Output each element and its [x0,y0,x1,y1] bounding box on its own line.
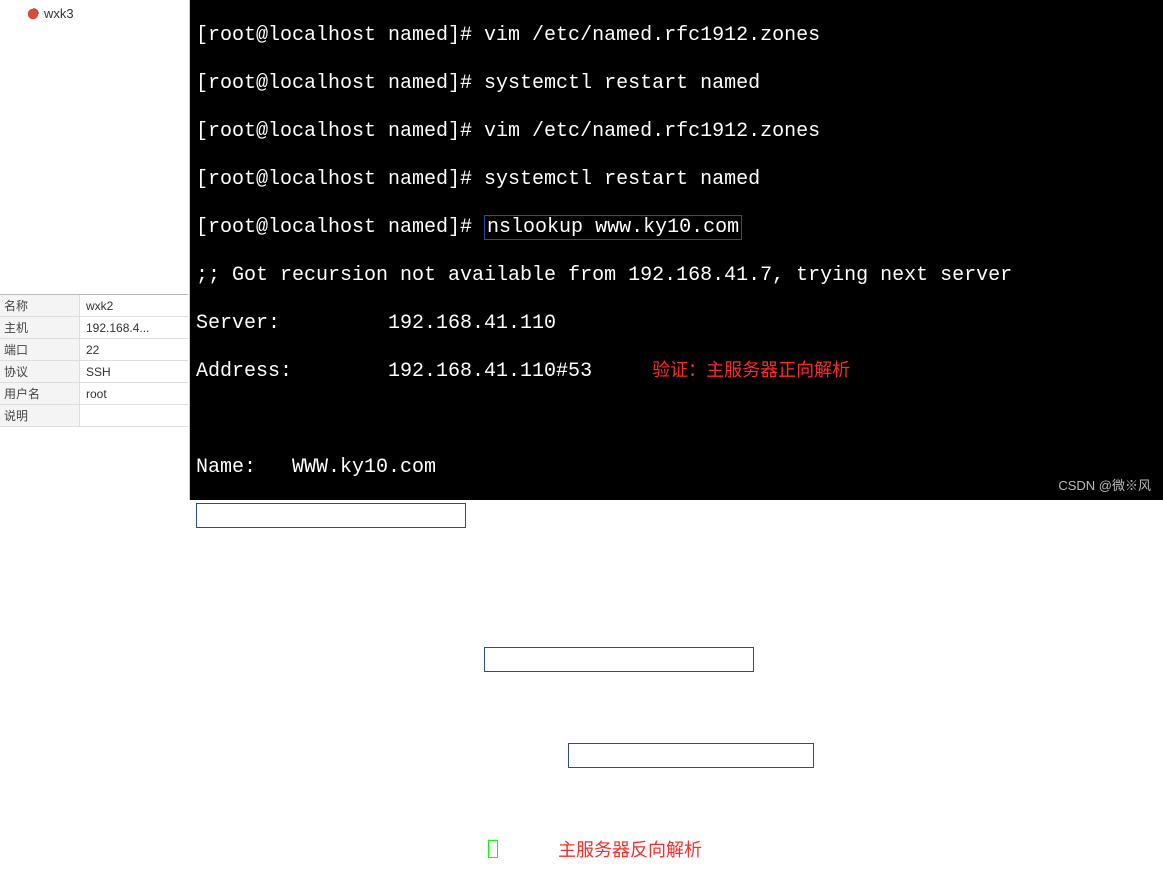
prop-label: 名称 [0,295,80,316]
prop-value[interactable]: root [80,383,188,404]
prop-label: 端口 [0,339,80,360]
prop-label: 用户名 [0,383,80,404]
session-tree[interactable]: wxk3 [0,0,189,27]
prop-value[interactable]: 192.168.4... [80,317,188,338]
terminal[interactable]: [root@localhost named]# vim /etc/named.r… [190,0,1163,500]
prop-row: 说明 [0,405,188,427]
properties-panel: 名称 wxk2 主机 192.168.4... 端口 22 协议 SSH 用户名… [0,294,188,427]
prop-label: 说明 [0,405,80,426]
terminal-line: Server: 192.168.41.110 [196,312,1157,336]
session-icon [26,7,40,21]
watermark: CSDN @微※风 [1058,475,1151,494]
terminal-line: Name: WWW.ky10.com [196,456,1157,480]
terminal-line: ;; Got recursion not available from 192.… [196,264,1157,288]
prop-value[interactable] [80,405,188,426]
terminal-line: [root@localhost named]# vim /etc/named.r… [196,120,1157,144]
annotation-forward: 验证：主服务器正向解析 [652,362,850,382]
prop-row: 端口 22 [0,339,188,361]
terminal-line: [root@localhost named]# nslookup 192.168… [196,648,1157,672]
terminal-line [196,600,1157,624]
terminal-line [196,792,1157,816]
terminal-line: Address: 192.168.41.30 [196,504,1157,528]
terminal-line: [root@localhost named]# systemctl restar… [196,72,1157,96]
highlighted-command: nslookup www.ky10.com [484,215,742,240]
prop-value[interactable]: 22 [80,339,188,360]
prop-row: 协议 SSH [0,361,188,383]
terminal-line: [root@localhost named]# systemctl restar… [196,168,1157,192]
terminal-line: [root@localhost named]# vim /etc/named.r… [196,24,1157,48]
highlighted-result: Address: 192.168.41.30 [196,503,466,528]
prop-value[interactable]: wxk2 [80,295,188,316]
prop-row: 名称 wxk2 [0,295,188,317]
tree-item-session[interactable]: wxk3 [6,4,183,23]
prop-row: 主机 192.168.4... [0,317,188,339]
terminal-line: Address: 192.168.41.110#53 验证：主服务器正向解析 [196,360,1157,384]
highlighted-result: name = www.ky10.com. [568,743,814,768]
tree-item-label: wxk3 [44,6,74,21]
prop-label: 协议 [0,361,80,382]
terminal-line: ;; Got recursion not available from 192.… [196,696,1157,720]
terminal-line: 30.41.168.192.in-addr.arpa name = www.ky… [196,744,1157,768]
prop-value[interactable]: SSH [80,361,188,382]
terminal-line: [root@localhost named]# nslookup www.ky1… [196,216,1157,240]
sidebar: wxk3 名称 wxk2 主机 192.168.4... 端口 22 协议 SS… [0,0,190,500]
annotation-reverse: 主服务器反向解析 [558,842,702,862]
prop-row: 用户名 root [0,383,188,405]
cursor-icon [488,840,498,858]
terminal-line [196,408,1157,432]
prop-label: 主机 [0,317,80,338]
highlighted-command: nslookup 192.168.41.30 [484,647,754,672]
terminal-line: ;; Got recursion not available from 192.… [196,552,1157,576]
terminal-line: [root@localhost named]# 主服务器反向解析 [196,840,1157,864]
